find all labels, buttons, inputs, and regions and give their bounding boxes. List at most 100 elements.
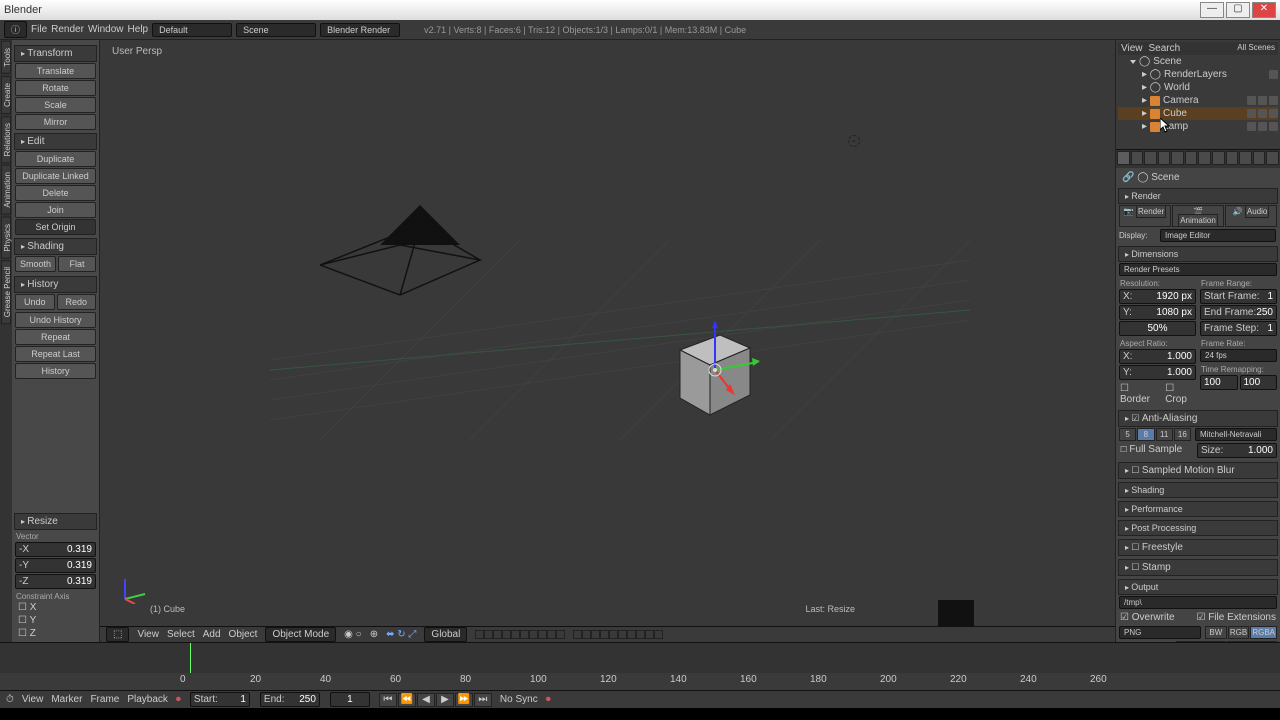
border-check[interactable]: ☐ Border xyxy=(1120,383,1157,405)
tl-view[interactable]: View xyxy=(22,694,44,705)
start-frame-field[interactable]: Start Frame:1 xyxy=(1200,289,1277,304)
resize-op-head[interactable]: Resize xyxy=(14,513,97,530)
scale-button[interactable]: Scale xyxy=(15,97,96,113)
vp-menu-object[interactable]: Object xyxy=(229,629,258,640)
layer-buttons[interactable] xyxy=(475,630,565,639)
editor-type-dropdown[interactable]: ⓘ xyxy=(4,21,27,38)
file-ext-check[interactable]: ☑ File Extensions xyxy=(1196,612,1276,623)
tab-create[interactable]: Create xyxy=(1,76,11,114)
outl-lamp[interactable]: ▸ Lamp xyxy=(1118,120,1278,133)
jump-end-icon[interactable]: ⏭ xyxy=(474,693,492,707)
full-sample-check[interactable]: ☐ Full Sample xyxy=(1118,442,1194,459)
outl-camera[interactable]: ▸ Camera xyxy=(1118,94,1278,107)
start-frame[interactable]: Start:1 xyxy=(190,692,250,707)
smb-head[interactable]: ☐ Sampled Motion Blur xyxy=(1118,462,1278,479)
layer-buttons-2[interactable] xyxy=(573,630,663,639)
res-y-field[interactable]: Y:1080 px xyxy=(1119,305,1196,320)
outl-scene[interactable]: ◯ Scene xyxy=(1118,55,1278,68)
scene-dropdown[interactable]: Scene xyxy=(236,23,316,37)
menu-help[interactable]: Help xyxy=(128,24,149,35)
rgba-button[interactable]: RGBA xyxy=(1250,626,1277,639)
rgb-button[interactable]: RGB xyxy=(1228,626,1250,639)
tab-greasepencil[interactable]: Grease Pencil xyxy=(1,260,11,324)
minimize-button[interactable]: — xyxy=(1200,2,1224,18)
pivot-icon[interactable]: ⊕ xyxy=(370,629,378,640)
duplicate-button[interactable]: Duplicate xyxy=(15,151,96,167)
frame-rate-dropdown[interactable]: 24 fps xyxy=(1200,349,1277,362)
resize-z-field[interactable]: -Z0.319 xyxy=(15,574,96,589)
properties-tabs[interactable] xyxy=(1116,150,1280,168)
render-head[interactable]: Render xyxy=(1118,188,1278,204)
undo-button[interactable]: Undo xyxy=(15,294,55,310)
display-dropdown[interactable]: Image Editor xyxy=(1160,229,1276,242)
current-frame[interactable]: 1 xyxy=(330,692,370,707)
repeat-last-button[interactable]: Repeat Last xyxy=(15,346,96,362)
tab-relations[interactable]: Relations xyxy=(1,116,11,163)
transform-head[interactable]: Transform xyxy=(14,45,97,62)
tl-editor-icon[interactable]: ⏱ xyxy=(6,694,14,705)
play-rev-icon[interactable]: ◀ xyxy=(417,693,435,707)
maximize-button[interactable]: ▢ xyxy=(1226,2,1250,18)
new-field[interactable]: 100 xyxy=(1240,375,1278,390)
constraint-y[interactable]: ☐ Y xyxy=(14,614,97,627)
timeline-track[interactable] xyxy=(0,643,1280,673)
play-icon[interactable]: ▶ xyxy=(436,693,454,707)
tl-rec-icon[interactable]: ⏺ xyxy=(176,694,181,705)
tab-tools[interactable]: Tools xyxy=(1,41,11,74)
stamp-head[interactable]: ☐ Stamp xyxy=(1118,559,1278,576)
aa-filter-dropdown[interactable]: Mitchell-Netravali xyxy=(1195,428,1277,441)
aspect-x-field[interactable]: X:1.000 xyxy=(1119,349,1196,364)
menu-render[interactable]: Render xyxy=(51,24,84,35)
tl-frame[interactable]: Frame xyxy=(90,694,119,705)
aa-11[interactable]: 11 xyxy=(1156,428,1173,441)
orientation-dropdown[interactable]: Global xyxy=(424,627,467,642)
tab-physics[interactable]: Physics xyxy=(1,217,11,259)
resize-y-field[interactable]: -Y0.319 xyxy=(15,558,96,573)
rotate-button[interactable]: Rotate xyxy=(15,80,96,96)
end-frame[interactable]: End:250 xyxy=(260,692,320,707)
translate-button[interactable]: Translate xyxy=(15,63,96,79)
smooth-button[interactable]: Smooth xyxy=(15,256,56,272)
old-field[interactable]: 100 xyxy=(1200,375,1238,390)
redo-button[interactable]: Redo xyxy=(57,294,97,310)
render-button[interactable]: 📷 Render xyxy=(1119,205,1171,227)
mirror-button[interactable]: Mirror xyxy=(15,114,96,130)
outl-search[interactable]: Search xyxy=(1149,43,1181,54)
aa-16[interactable]: 16 xyxy=(1174,428,1191,441)
dimensions-head[interactable]: Dimensions xyxy=(1118,246,1278,262)
shading-head[interactable]: Shading xyxy=(14,238,97,255)
animation-button[interactable]: 🎬 Animation xyxy=(1172,205,1224,227)
join-button[interactable]: Join xyxy=(15,202,96,218)
lamp-object[interactable] xyxy=(848,135,860,147)
aspect-y-field[interactable]: Y:1.000 xyxy=(1119,365,1196,380)
output-head[interactable]: Output xyxy=(1118,579,1278,595)
duplicate-linked-button[interactable]: Duplicate Linked xyxy=(15,168,96,184)
layout-dropdown[interactable]: Default xyxy=(152,23,232,37)
overwrite-check[interactable]: ☑ Overwrite xyxy=(1120,612,1175,623)
constraint-x[interactable]: ☐ X xyxy=(14,601,97,614)
next-key-icon[interactable]: ⏩ xyxy=(455,693,473,707)
outl-renderlayers[interactable]: ▸ ◯ RenderLayers xyxy=(1118,68,1278,81)
repeat-button[interactable]: Repeat xyxy=(15,329,96,345)
render-engine-dropdown[interactable]: Blender Render xyxy=(320,23,400,37)
frame-step-field[interactable]: Frame Step:1 xyxy=(1200,321,1277,336)
aa-5[interactable]: 5 xyxy=(1119,428,1136,441)
camera-object[interactable] xyxy=(320,205,490,305)
resize-x-field[interactable]: -X0.319 xyxy=(15,542,96,557)
autokey-icon[interactable]: ⏺ xyxy=(546,694,551,705)
tl-playback[interactable]: Playback xyxy=(127,694,168,705)
audio-button[interactable]: 🔊 Audio xyxy=(1225,205,1277,227)
outl-world[interactable]: ▸ ◯ World xyxy=(1118,81,1278,94)
history-button[interactable]: History xyxy=(15,363,96,379)
manipulator-icons[interactable]: ⬌ ↻ ⤢ xyxy=(386,629,416,640)
vp-menu-view[interactable]: View xyxy=(137,629,159,640)
vp-menu-select[interactable]: Select xyxy=(167,629,195,640)
menu-window[interactable]: Window xyxy=(88,24,124,35)
undo-history-button[interactable]: Undo History xyxy=(15,312,96,328)
jump-start-icon[interactable]: ⏮ xyxy=(379,693,397,707)
perf-head[interactable]: Performance xyxy=(1118,501,1278,517)
editor-type-icon[interactable]: ⬚ xyxy=(106,627,129,642)
3d-viewport[interactable]: User Persp xyxy=(100,40,1115,642)
close-button[interactable]: ✕ xyxy=(1252,2,1276,18)
prev-key-icon[interactable]: ⏪ xyxy=(398,693,416,707)
